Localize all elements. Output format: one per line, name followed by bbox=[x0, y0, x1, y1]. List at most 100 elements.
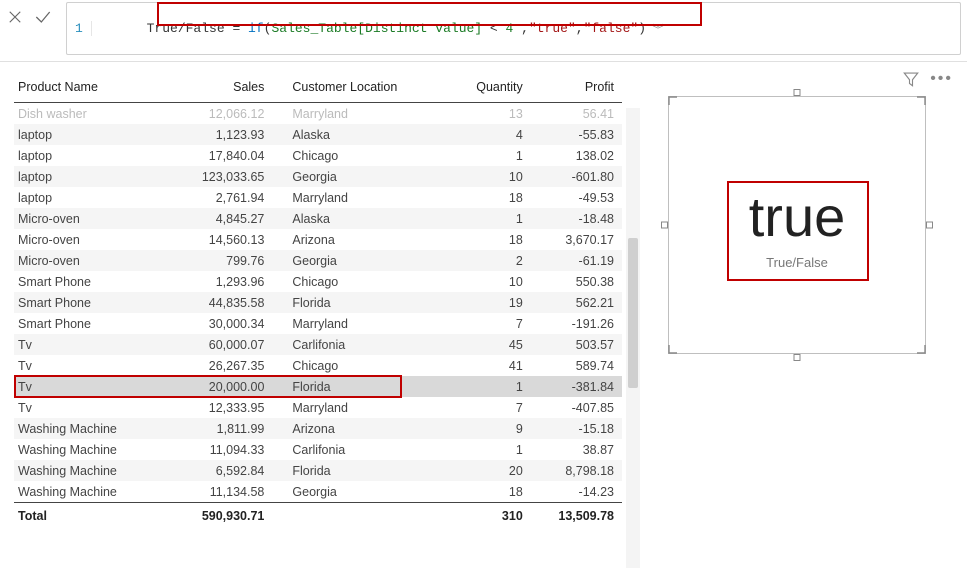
resize-handle-bl[interactable] bbox=[668, 340, 682, 354]
total-label: Total bbox=[14, 503, 171, 530]
cell-profit: -381.84 bbox=[531, 376, 622, 397]
cell-location: Alaska bbox=[272, 124, 449, 145]
cell-product: Washing Machine bbox=[14, 418, 171, 439]
cell-sales: 1,811.99 bbox=[171, 418, 272, 439]
card-content: true True/False bbox=[749, 189, 846, 270]
cell-location: Arizona bbox=[272, 418, 449, 439]
cell-location: Florida bbox=[272, 460, 449, 481]
measure-name: True/False bbox=[147, 21, 225, 36]
cell-profit: -61.19 bbox=[531, 250, 622, 271]
table-row[interactable]: laptop1,123.93Alaska4-55.83 bbox=[14, 124, 622, 145]
table-row[interactable]: laptop123,033.65Georgia10-601.80 bbox=[14, 166, 622, 187]
cell-location: Marryland bbox=[272, 103, 449, 125]
cell-location: Chicago bbox=[272, 271, 449, 292]
col-ref: [Distinct value] bbox=[357, 21, 482, 36]
data-table[interactable]: Product Name Sales Customer Location Qua… bbox=[14, 70, 622, 529]
table-row[interactable]: laptop2,761.94Marryland18-49.53 bbox=[14, 187, 622, 208]
cell-quantity: 1 bbox=[450, 376, 531, 397]
cell-sales: 60,000.07 bbox=[171, 334, 272, 355]
cell-profit: 550.38 bbox=[531, 271, 622, 292]
col-profit[interactable]: Profit bbox=[531, 70, 622, 103]
cell-quantity: 18 bbox=[450, 229, 531, 250]
col-sales[interactable]: Sales bbox=[171, 70, 272, 103]
cell-quantity: 45 bbox=[450, 334, 531, 355]
cell-sales: 11,094.33 bbox=[171, 439, 272, 460]
cell-location: Georgia bbox=[272, 250, 449, 271]
table-row[interactable]: Micro-oven14,560.13Arizona183,670.17 bbox=[14, 229, 622, 250]
card-visual-frame[interactable]: true True/False bbox=[668, 96, 926, 354]
table-row[interactable]: laptop17,840.04Chicago1138.02 bbox=[14, 145, 622, 166]
cell-sales: 14,560.13 bbox=[171, 229, 272, 250]
cell-product: Micro-oven bbox=[14, 208, 171, 229]
cell-product: Dish washer bbox=[14, 103, 171, 125]
cell-sales: 799.76 bbox=[171, 250, 272, 271]
total-sales: 590,930.71 bbox=[171, 503, 272, 530]
cell-profit: 38.87 bbox=[531, 439, 622, 460]
table-row[interactable]: Washing Machine11,094.33Carlifonia138.87 bbox=[14, 439, 622, 460]
cell-product: Tv bbox=[14, 334, 171, 355]
cell-product: Tv bbox=[14, 397, 171, 418]
cell-sales: 1,293.96 bbox=[171, 271, 272, 292]
cell-profit: 8,798.18 bbox=[531, 460, 622, 481]
cell-location: Florida bbox=[272, 292, 449, 313]
cell-location: Chicago bbox=[272, 145, 449, 166]
resize-handle-ml[interactable] bbox=[661, 222, 668, 229]
table-row[interactable]: Washing Machine11,134.58Georgia18-14.23 bbox=[14, 481, 622, 503]
table-row[interactable]: Washing Machine1,811.99Arizona9-15.18 bbox=[14, 418, 622, 439]
compare-op: < bbox=[482, 21, 505, 36]
table-row[interactable]: Smart Phone44,835.58Florida19562.21 bbox=[14, 292, 622, 313]
cancel-icon[interactable] bbox=[4, 6, 26, 28]
cell-quantity: 10 bbox=[450, 166, 531, 187]
resize-handle-tr[interactable] bbox=[912, 96, 926, 110]
table-body: Dish washer12,066.12Marryland1356.41lapt… bbox=[14, 103, 622, 503]
table-scrollbar[interactable] bbox=[626, 108, 640, 568]
cell-sales: 30,000.34 bbox=[171, 313, 272, 334]
cell-profit: 562.21 bbox=[531, 292, 622, 313]
resize-handle-mr[interactable] bbox=[926, 222, 933, 229]
table-row[interactable]: Smart Phone1,293.96Chicago10550.38 bbox=[14, 271, 622, 292]
table-total-row: Total 590,930.71 310 13,509.78 bbox=[14, 503, 622, 530]
cell-location: Marryland bbox=[272, 313, 449, 334]
cell-profit: 56.41 bbox=[531, 103, 622, 125]
cell-profit: -49.53 bbox=[531, 187, 622, 208]
cell-profit: -14.23 bbox=[531, 481, 622, 503]
table-row[interactable]: Washing Machine6,592.84Florida208,798.18 bbox=[14, 460, 622, 481]
table-row[interactable]: Dish washer12,066.12Marryland1356.41 bbox=[14, 103, 622, 125]
col-quantity[interactable]: Quantity bbox=[450, 70, 531, 103]
cell-sales: 26,267.35 bbox=[171, 355, 272, 376]
table-row[interactable]: Micro-oven4,845.27Alaska1-18.48 bbox=[14, 208, 622, 229]
formula-expand-icon[interactable]: ︾ bbox=[646, 21, 664, 37]
cell-product: laptop bbox=[14, 166, 171, 187]
resize-handle-tm[interactable] bbox=[794, 89, 801, 96]
cell-location: Georgia bbox=[272, 481, 449, 503]
cell-profit: -18.48 bbox=[531, 208, 622, 229]
resize-handle-tl[interactable] bbox=[668, 96, 682, 110]
resize-handle-br[interactable] bbox=[912, 340, 926, 354]
cell-sales: 20,000.00 bbox=[171, 376, 272, 397]
cell-quantity: 7 bbox=[450, 397, 531, 418]
formula-text[interactable]: True/False = if(Sales_Table[Distinct val… bbox=[100, 5, 646, 52]
table-row[interactable]: Tv20,000.00Florida1-381.84 bbox=[14, 376, 622, 397]
col-location[interactable]: Customer Location bbox=[272, 70, 449, 103]
cell-product: laptop bbox=[14, 187, 171, 208]
cell-quantity: 13 bbox=[450, 103, 531, 125]
equals-op: = bbox=[225, 21, 248, 36]
filter-icon[interactable] bbox=[902, 70, 920, 91]
resize-handle-bm[interactable] bbox=[794, 354, 801, 361]
cell-product: Washing Machine bbox=[14, 481, 171, 503]
table-row[interactable]: Smart Phone30,000.34Marryland7-191.26 bbox=[14, 313, 622, 334]
table-row[interactable]: Tv26,267.35Chicago41589.74 bbox=[14, 355, 622, 376]
data-table-wrap: Product Name Sales Customer Location Qua… bbox=[14, 70, 622, 558]
cell-product: Washing Machine bbox=[14, 439, 171, 460]
formula-editor[interactable]: 1 True/False = if(Sales_Table[Distinct v… bbox=[66, 2, 961, 55]
table-row[interactable]: Micro-oven799.76Georgia2-61.19 bbox=[14, 250, 622, 271]
cell-location: Georgia bbox=[272, 166, 449, 187]
table-row[interactable]: Tv12,333.95Marryland7-407.85 bbox=[14, 397, 622, 418]
cell-product: laptop bbox=[14, 145, 171, 166]
table-row[interactable]: Tv60,000.07Carlifonia45503.57 bbox=[14, 334, 622, 355]
func-if: if bbox=[248, 21, 264, 36]
more-options-icon[interactable]: ••• bbox=[930, 70, 953, 91]
col-product[interactable]: Product Name bbox=[14, 70, 171, 103]
commit-icon[interactable] bbox=[32, 6, 54, 28]
scrollbar-thumb[interactable] bbox=[628, 238, 638, 388]
